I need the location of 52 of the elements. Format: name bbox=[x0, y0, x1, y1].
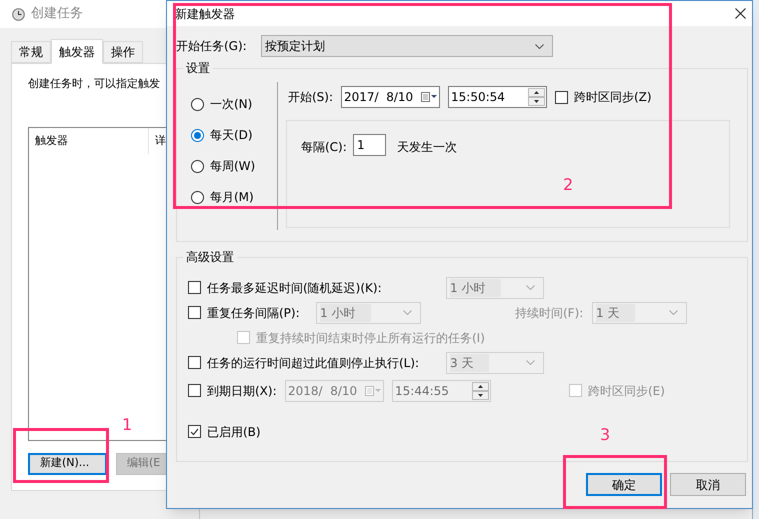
radio-label: 一次(N) bbox=[210, 96, 252, 113]
field-label: 持续时间(F): bbox=[515, 304, 584, 322]
checkbox-label: 已启用(B) bbox=[207, 424, 261, 440]
field-label: 每隔(C): bbox=[301, 139, 348, 156]
caret-icon bbox=[526, 285, 535, 290]
annotation-number: 2 bbox=[563, 174, 574, 196]
clock-icon bbox=[12, 8, 25, 20]
tab[interactable]: 操作 bbox=[103, 41, 143, 63]
checkbox-label: 重复持续时间结束时停止所有运行的任务(I) bbox=[256, 330, 485, 346]
field-label: 开始任务(G): bbox=[176, 38, 248, 55]
column-header[interactable]: 触发器 bbox=[29, 128, 149, 154]
radio-label: 每天(D) bbox=[210, 127, 253, 144]
button[interactable]: 取消 bbox=[670, 473, 746, 496]
field-label: 开始(S): bbox=[288, 89, 334, 106]
close-icon[interactable] bbox=[735, 8, 746, 19]
button[interactable]: 确定 bbox=[586, 473, 662, 496]
date-field[interactable]: 2017/ 8/10 bbox=[341, 86, 440, 108]
calendar-icon[interactable] bbox=[421, 92, 437, 102]
description-text: 创建任务时，可以指定触发 bbox=[28, 76, 161, 92]
annotation-number: 1 bbox=[122, 414, 132, 436]
checkbox[interactable] bbox=[188, 425, 201, 438]
tab[interactable]: 触发器 bbox=[51, 39, 103, 64]
checkbox-label: 跨时区同步(Z) bbox=[574, 89, 652, 106]
group-title: 高级设置 bbox=[183, 249, 237, 265]
radio-button[interactable] bbox=[191, 128, 204, 142]
radio-label: 每月(M) bbox=[210, 189, 254, 206]
tab[interactable]: 常规 bbox=[11, 41, 51, 63]
dialog-title: 新建触发器 bbox=[175, 6, 235, 22]
button[interactable]: 新建(N)... bbox=[28, 452, 107, 474]
window-title: 创建任务 bbox=[31, 5, 83, 24]
group-title: 设置 bbox=[183, 60, 213, 76]
input-field[interactable]: 1 bbox=[353, 134, 386, 156]
checkbox-label: 到期日期(X): bbox=[207, 382, 278, 400]
radio-button[interactable] bbox=[191, 98, 204, 110]
checkbox-label: 任务的运行时间超过此值则停止执行(L): bbox=[207, 354, 420, 372]
radio-button[interactable] bbox=[191, 160, 204, 172]
field-label: 天发生一次 bbox=[397, 139, 457, 156]
radio-label: 每周(W) bbox=[210, 158, 256, 175]
annotation-number: 3 bbox=[600, 424, 610, 446]
caret-icon bbox=[403, 310, 412, 315]
spinner-icon[interactable] bbox=[472, 382, 489, 400]
spinner-icon[interactable] bbox=[528, 88, 545, 106]
caret-icon bbox=[535, 44, 544, 48]
checkbox-label: 任务最多延迟时间(随机延迟)(K): bbox=[207, 280, 383, 296]
dropdown[interactable]: 按预定计划 bbox=[261, 35, 553, 57]
caret-icon bbox=[669, 310, 678, 315]
checkbox[interactable] bbox=[555, 90, 568, 104]
checkbox-label: 跨时区同步(E) bbox=[588, 382, 665, 400]
checkbox-label: 重复任务间隔(P): bbox=[207, 304, 301, 322]
caret-icon bbox=[526, 360, 535, 365]
radio-button[interactable] bbox=[191, 190, 204, 204]
time-field[interactable]: 15:50:54 bbox=[448, 86, 547, 108]
